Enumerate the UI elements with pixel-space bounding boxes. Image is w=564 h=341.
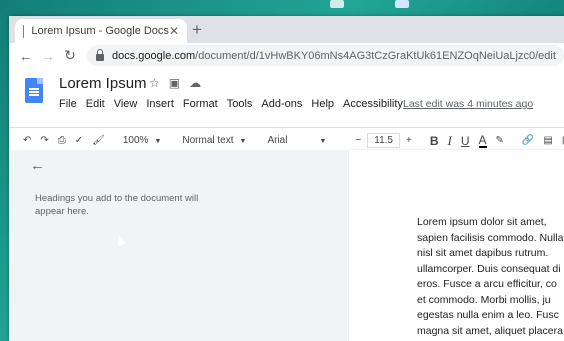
- redo-icon[interactable]: ↷: [40, 135, 48, 146]
- url-host: docs.google.com: [112, 49, 196, 62]
- address-row: ← → ↻ docs.google.com /document/d/1vHwBK…: [9, 43, 564, 68]
- italic-button[interactable]: I: [448, 133, 452, 149]
- style-select[interactable]: Normal text ▼: [182, 135, 246, 146]
- address-bar[interactable]: docs.google.com /document/d/1vHwBKY06mNs…: [87, 45, 564, 66]
- paint-format-icon[interactable]: 🖌: [92, 135, 105, 146]
- text-color-button[interactable]: A: [478, 134, 487, 148]
- zoom-value: 100%: [122, 135, 149, 146]
- font-value: Arial: [267, 135, 288, 146]
- document-title[interactable]: Lorem Ipsum: [59, 75, 147, 92]
- chevron-down-icon: ▼: [239, 138, 247, 145]
- underline-button[interactable]: U: [461, 134, 470, 148]
- document-page[interactable]: Lorem ipsum dolor sit amet, sapien facili…: [349, 150, 564, 341]
- link-icon[interactable]: 🔗: [522, 135, 534, 146]
- close-tab-icon[interactable]: ✕: [169, 24, 179, 38]
- desktop-icon[interactable]: [330, 0, 344, 8]
- font-select[interactable]: Arial ▼: [267, 135, 326, 146]
- chevron-down-icon: ▼: [154, 138, 162, 145]
- lock-icon: [96, 48, 104, 61]
- back-button[interactable]: ←: [15, 48, 37, 64]
- menu-item-tools[interactable]: Tools: [227, 98, 253, 110]
- menu-item-add-ons[interactable]: Add-ons: [261, 98, 302, 110]
- text-line: ullamcorper. Duis consequat di: [417, 262, 561, 275]
- new-tab-button[interactable]: +: [192, 20, 202, 40]
- reload-button[interactable]: ↻: [59, 47, 81, 64]
- cloud-status-icon[interactable]: ☁: [189, 76, 201, 90]
- spellcheck-icon[interactable]: ✓: [75, 135, 83, 146]
- last-edit-link[interactable]: Last edit was 4 minutes ago: [403, 98, 533, 110]
- decrease-font-size-button[interactable]: −: [355, 135, 361, 146]
- print-icon[interactable]: ⎙: [58, 135, 66, 146]
- desktop-icon[interactable]: [395, 0, 409, 8]
- forward-button[interactable]: →: [37, 48, 59, 64]
- chevron-down-icon: ▼: [319, 138, 327, 145]
- menu-bar: File Edit View Insert Format Tools Add-ons Help…: [59, 98, 412, 110]
- menu-item-insert[interactable]: Insert: [146, 98, 174, 110]
- menu-item-help[interactable]: Help: [311, 98, 334, 110]
- zoom-select[interactable]: 100% ▼: [123, 135, 162, 146]
- text-line: nisl sit amet dapibus rutrum.: [417, 247, 549, 259]
- text-line: egestas nulla enim a leo. Fusc: [417, 309, 559, 321]
- tab-strip: Lorem Ipsum - Google Docs ✕ +: [9, 16, 564, 43]
- move-folder-icon[interactable]: ▣: [169, 76, 180, 90]
- style-value: Normal text: [182, 135, 234, 146]
- document-area: ← Headings you add to the document will …: [9, 150, 564, 341]
- docs-header: Lorem Ipsum ☆ ▣ ☁ File Edit View Insert Form…: [9, 68, 564, 128]
- document-outline-panel: ← Headings you add to the document will …: [9, 150, 347, 341]
- text-line: Lorem ipsum dolor sit amet,: [417, 216, 547, 228]
- highlight-icon[interactable]: ✎: [496, 135, 504, 146]
- text-line: sapien facilisis commodo. Nulla: [417, 231, 564, 244]
- bold-button[interactable]: B: [430, 134, 439, 148]
- text-line: magna sit amet, aliquet placera: [417, 324, 563, 337]
- mouse-cursor-icon: [114, 232, 126, 247]
- close-outline-icon[interactable]: ←: [30, 157, 45, 174]
- tab-title: Lorem Ipsum - Google Docs: [31, 25, 169, 37]
- url-path: /document/d/1vHwBKY06mNs4AG3tCzGraKtUk61…: [195, 49, 556, 62]
- page-body-text[interactable]: Lorem ipsum dolor sit amet, sapien facili…: [417, 215, 564, 339]
- menu-item-accessibility[interactable]: Accessibility: [343, 98, 403, 110]
- font-size-input[interactable]: 11.5: [367, 133, 400, 148]
- menu-item-format[interactable]: Format: [183, 98, 218, 110]
- menu-item-file[interactable]: File: [59, 98, 77, 110]
- browser-window: Lorem Ipsum - Google Docs ✕ + ← → ↻ docs…: [9, 16, 564, 341]
- increase-font-size-button[interactable]: +: [406, 135, 412, 146]
- docs-logo-icon[interactable]: [25, 78, 43, 103]
- comment-icon[interactable]: ▤: [543, 135, 552, 146]
- menu-item-edit[interactable]: Edit: [86, 98, 105, 110]
- menu-item-view[interactable]: View: [114, 98, 138, 110]
- text-line: et commodo. Morbi mollis, ju: [417, 293, 551, 306]
- outline-hint: Headings you add to the document will ap…: [35, 193, 199, 217]
- undo-icon[interactable]: ↶: [23, 135, 31, 146]
- browser-tab[interactable]: Lorem Ipsum - Google Docs ✕: [15, 19, 187, 43]
- text-line: eros. Fusce a arcu efficitur, co: [417, 278, 557, 290]
- star-icon[interactable]: ☆: [149, 76, 160, 90]
